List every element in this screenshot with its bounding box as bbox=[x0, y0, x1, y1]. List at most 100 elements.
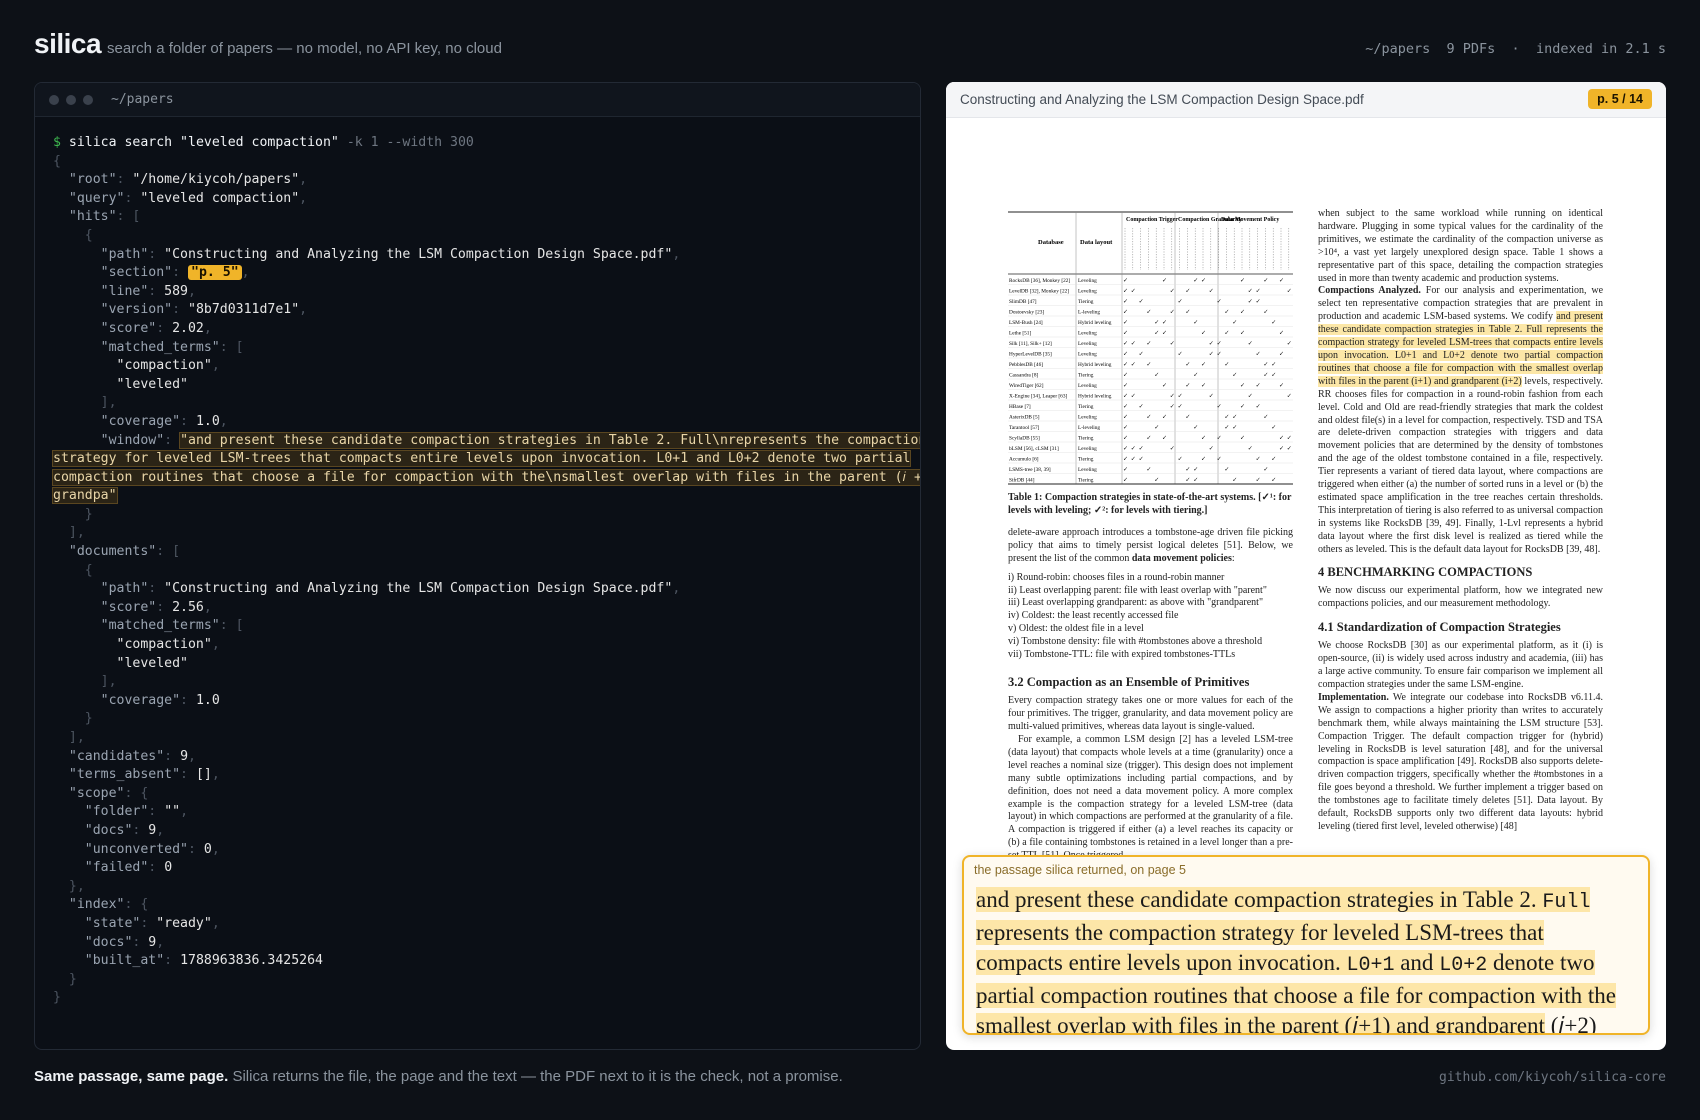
table-check: ✓ bbox=[1146, 414, 1151, 421]
table-check: ✓ bbox=[1287, 288, 1292, 295]
table-check: ✓ bbox=[1131, 340, 1136, 347]
doc-coverage: 1.0 bbox=[195, 692, 220, 708]
policy-item: i) Round-robin: chooses files in a round… bbox=[1008, 571, 1225, 583]
repo-link[interactable]: github.com/kiycoh/silica-core bbox=[1439, 1070, 1666, 1085]
table-row-layout: Leveling bbox=[1078, 278, 1097, 284]
table-check: ✓ bbox=[1146, 340, 1151, 347]
table-check: ✓ bbox=[1287, 340, 1292, 347]
table-row-layout: Hybrid leveling bbox=[1078, 362, 1112, 368]
table-check: ✓ bbox=[1256, 477, 1261, 484]
table-check: ✓ bbox=[1123, 466, 1128, 473]
table-check: ✓ bbox=[1170, 309, 1175, 316]
table-check: ✓ bbox=[1185, 466, 1190, 473]
table-row-db: SifrDB [44] bbox=[1009, 477, 1035, 484]
pdf-page[interactable]: Database Data layout Compaction Trigger Com… bbox=[1008, 208, 1616, 948]
window-zoom-dot[interactable] bbox=[83, 95, 93, 105]
table-check: ✓ bbox=[1178, 298, 1183, 305]
table-check: ✓ bbox=[1123, 424, 1128, 431]
table-check: ✓ bbox=[1240, 277, 1245, 284]
hit-coverage: 1.0 bbox=[195, 413, 220, 429]
table-check: ✓ bbox=[1209, 351, 1214, 358]
table-check: ✓ bbox=[1201, 361, 1206, 368]
hit-window-line-2: strategy for leveled LSM-trees that comp… bbox=[51, 450, 912, 468]
table-check: ✓ bbox=[1154, 330, 1159, 337]
table-check: ✓ bbox=[1139, 456, 1144, 463]
table-check: ✓ bbox=[1263, 277, 1268, 284]
table-check: ✓ bbox=[1123, 309, 1128, 316]
table-check: ✓ bbox=[1162, 277, 1167, 284]
table-row-db: LSMS-tree [38, 39] bbox=[1009, 467, 1051, 473]
table-check: ✓ bbox=[1185, 309, 1190, 316]
window-close-dot[interactable] bbox=[49, 95, 59, 105]
index-state: "ready" bbox=[156, 915, 212, 931]
table-check: ✓ bbox=[1193, 477, 1198, 484]
table-row-db: Dostoevsky [23] bbox=[1009, 310, 1044, 316]
json-query: "leveled compaction" bbox=[140, 190, 300, 206]
terminal-window[interactable]: ~/papers $ silica search "leveled compac… bbox=[34, 82, 921, 1050]
table-row-layout: Leveling bbox=[1078, 289, 1097, 295]
table-check: ✓ bbox=[1263, 361, 1268, 368]
table-check: ✓ bbox=[1279, 330, 1284, 337]
table-header: Data Movement Policy bbox=[1221, 217, 1279, 223]
paper-paragraph: Every compaction strategy takes one or m… bbox=[1008, 695, 1293, 733]
table-row-db: Lethe [51] bbox=[1009, 331, 1031, 337]
table-check: ✓ bbox=[1287, 435, 1292, 442]
table-check: ✓ bbox=[1224, 330, 1229, 337]
table-row-db: HyperLevelDB [35] bbox=[1009, 352, 1052, 358]
table-row-db: Cassandra [8] bbox=[1009, 373, 1039, 379]
table-check: ✓ bbox=[1248, 340, 1253, 347]
table-header: Compaction Trigger bbox=[1126, 217, 1178, 223]
table-row-db: ScyllaDB [55] bbox=[1009, 436, 1040, 442]
table-check: ✓ bbox=[1154, 319, 1159, 326]
window-minimize-dot[interactable] bbox=[66, 95, 76, 105]
table-row-layout: Leveling bbox=[1078, 331, 1097, 337]
table-check: ✓ bbox=[1123, 414, 1128, 421]
table-row-layout: Leveling bbox=[1078, 467, 1097, 473]
table-check: ✓ bbox=[1193, 372, 1198, 379]
terminal-output[interactable]: $ silica search "leveled compaction" -k … bbox=[35, 117, 920, 1008]
pdf-viewer-titlebar: Constructing and Analyzing the LSM Compa… bbox=[946, 82, 1666, 118]
table-row-layout: Leveling bbox=[1078, 383, 1097, 389]
table-check: ✓ bbox=[1248, 288, 1253, 295]
returned-passage-card: the passage silica returned, on page 5 a… bbox=[962, 855, 1650, 1035]
table-check: ✓ bbox=[1256, 298, 1261, 305]
table-row-db: WiredTiger [62] bbox=[1009, 383, 1044, 389]
command-text: silica search "leveled compaction" bbox=[68, 135, 339, 150]
table-row-layout: Hybrid leveling bbox=[1078, 394, 1112, 400]
json-candidates: 9 bbox=[180, 748, 189, 764]
table-row-layout: Leveling bbox=[1078, 446, 1097, 452]
table-row-db: X-Engine [34], Leaper [63] bbox=[1009, 394, 1067, 400]
table-check: ✓ bbox=[1123, 319, 1128, 326]
footer-caption: Same passage, same page. Silica returns … bbox=[34, 1068, 843, 1085]
table-check: ✓ bbox=[1240, 309, 1245, 316]
table-check: ✓ bbox=[1139, 445, 1144, 452]
shell-prompt: $ bbox=[53, 135, 61, 150]
table-check: ✓ bbox=[1123, 351, 1128, 358]
table-check: ✓ bbox=[1123, 277, 1128, 284]
stats-separator: · bbox=[1511, 41, 1520, 57]
table-check: ✓ bbox=[1154, 424, 1159, 431]
table-check: ✓ bbox=[1256, 351, 1261, 358]
paper-right-column: when subject to the same workload while … bbox=[1318, 208, 1603, 834]
passage-label: the passage silica returned, on page 5 bbox=[974, 863, 1186, 877]
table-header: Data layout bbox=[1080, 239, 1113, 246]
table-check: ✓ bbox=[1201, 330, 1206, 337]
table-check: ✓ bbox=[1123, 435, 1128, 442]
table-check: ✓ bbox=[1240, 330, 1245, 337]
table-check: ✓ bbox=[1146, 309, 1151, 316]
table-check: ✓ bbox=[1139, 403, 1144, 410]
hit-window-line-1: "and present these candidate compaction … bbox=[179, 431, 920, 449]
table-row-layout: Tiering bbox=[1078, 299, 1094, 305]
table-check: ✓ bbox=[1201, 277, 1206, 284]
table-check: ✓ bbox=[1248, 445, 1253, 452]
table-header: Database bbox=[1038, 239, 1064, 246]
table-check: ✓ bbox=[1123, 330, 1128, 337]
table-check: ✓ bbox=[1193, 319, 1198, 326]
table-check: ✓ bbox=[1224, 424, 1229, 431]
doc-term: "compaction" bbox=[116, 637, 212, 653]
table-check: ✓ bbox=[1209, 340, 1214, 347]
table-check: ✓ bbox=[1209, 288, 1214, 295]
table-check: ✓ bbox=[1123, 403, 1128, 410]
page-badge: p. 5 / 14 bbox=[1588, 89, 1652, 109]
table-check: ✓ bbox=[1139, 298, 1144, 305]
